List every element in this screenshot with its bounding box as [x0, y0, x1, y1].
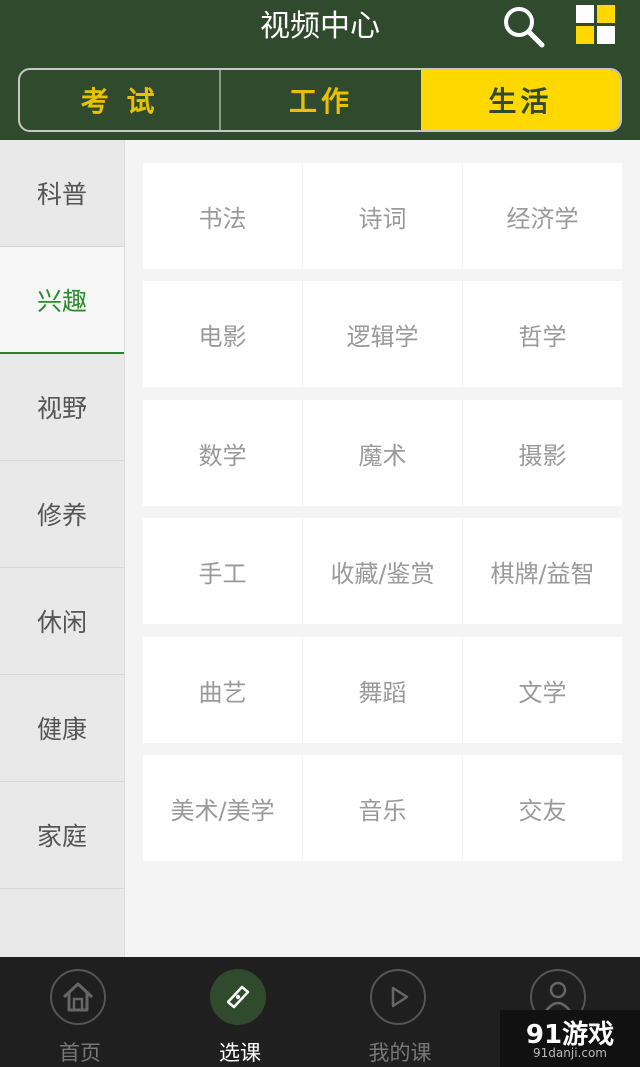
sidebar-item-cultivation[interactable]: 修养 — [0, 461, 124, 568]
nav-courses-label: 选课 — [219, 1041, 261, 1065]
subject-tile[interactable]: 舞蹈 — [303, 637, 462, 743]
grid-cell — [576, 5, 594, 23]
grid-row: 曲艺 舞蹈 文学 — [143, 637, 622, 743]
subject-tile[interactable]: 交友 — [463, 755, 622, 861]
sidebar-item-vision[interactable]: 视野 — [0, 354, 124, 461]
search-icon[interactable] — [500, 4, 546, 48]
grid-menu-icon[interactable] — [576, 5, 616, 45]
sidebar-item-interest[interactable]: 兴趣 — [0, 247, 124, 354]
grid-row: 手工 收藏/鉴赏 棋牌/益智 — [143, 518, 622, 624]
nav-my-courses[interactable]: 我的课 — [320, 957, 480, 1067]
tab-life[interactable]: 生活 — [420, 70, 620, 130]
subject-tile[interactable]: 美术/美学 — [143, 755, 302, 861]
subject-tile[interactable]: 文学 — [463, 637, 622, 743]
subject-tile[interactable]: 哲学 — [463, 281, 622, 387]
nav-home-label: 首页 — [59, 1041, 101, 1065]
grid-row: 电影 逻辑学 哲学 — [143, 281, 622, 387]
nav-courses[interactable]: 选课 — [160, 957, 320, 1067]
subject-tile[interactable]: 逻辑学 — [303, 281, 462, 387]
grid-row: 书法 诗词 经济学 — [143, 163, 622, 269]
category-tabs: 考 试 工作 生活 — [18, 68, 622, 132]
subject-tile[interactable]: 音乐 — [303, 755, 462, 861]
nav-my-courses-label: 我的课 — [368, 1041, 432, 1065]
sidebar-item-leisure[interactable]: 休闲 — [0, 568, 124, 675]
watermark-logo: 91游戏 91danji.com — [500, 1010, 640, 1067]
subject-tile[interactable]: 书法 — [143, 163, 302, 269]
sidebar-item-family[interactable]: 家庭 — [0, 782, 124, 889]
user-icon — [545, 981, 571, 1012]
tab-work[interactable]: 工作 — [219, 70, 420, 130]
subject-tile[interactable]: 收藏/鉴赏 — [303, 518, 462, 624]
subject-tile[interactable]: 棋牌/益智 — [463, 518, 622, 624]
compass-icon — [226, 985, 250, 1009]
subject-tile[interactable]: 经济学 — [463, 163, 622, 269]
grid-row: 美术/美学 音乐 交友 — [143, 755, 622, 861]
subject-tile[interactable]: 数学 — [143, 400, 302, 506]
grid-cell — [597, 26, 615, 44]
watermark-sub: 91danji.com — [533, 1046, 607, 1060]
home-icon — [62, 982, 94, 1012]
play-icon — [391, 986, 409, 1008]
tab-exam[interactable]: 考 试 — [20, 70, 219, 130]
subject-tile[interactable]: 手工 — [143, 518, 302, 624]
nav-home[interactable]: 首页 — [0, 957, 160, 1067]
grid-cell — [576, 26, 594, 44]
grid-row: 数学 魔术 摄影 — [143, 400, 622, 506]
subject-tile[interactable]: 魔术 — [303, 400, 462, 506]
subject-tile[interactable]: 诗词 — [303, 163, 462, 269]
sidebar-item-science[interactable]: 科普 — [0, 140, 124, 247]
grid-cell — [597, 5, 615, 23]
header-bar: 视频中心 考 试 工作 生活 — [0, 0, 640, 140]
subject-tile[interactable]: 电影 — [143, 281, 302, 387]
subject-tile[interactable]: 曲艺 — [143, 637, 302, 743]
sidebar: 科普 兴趣 视野 修养 休闲 健康 家庭 — [0, 140, 125, 957]
sidebar-item-health[interactable]: 健康 — [0, 675, 124, 782]
subject-tile[interactable]: 摄影 — [463, 400, 622, 506]
